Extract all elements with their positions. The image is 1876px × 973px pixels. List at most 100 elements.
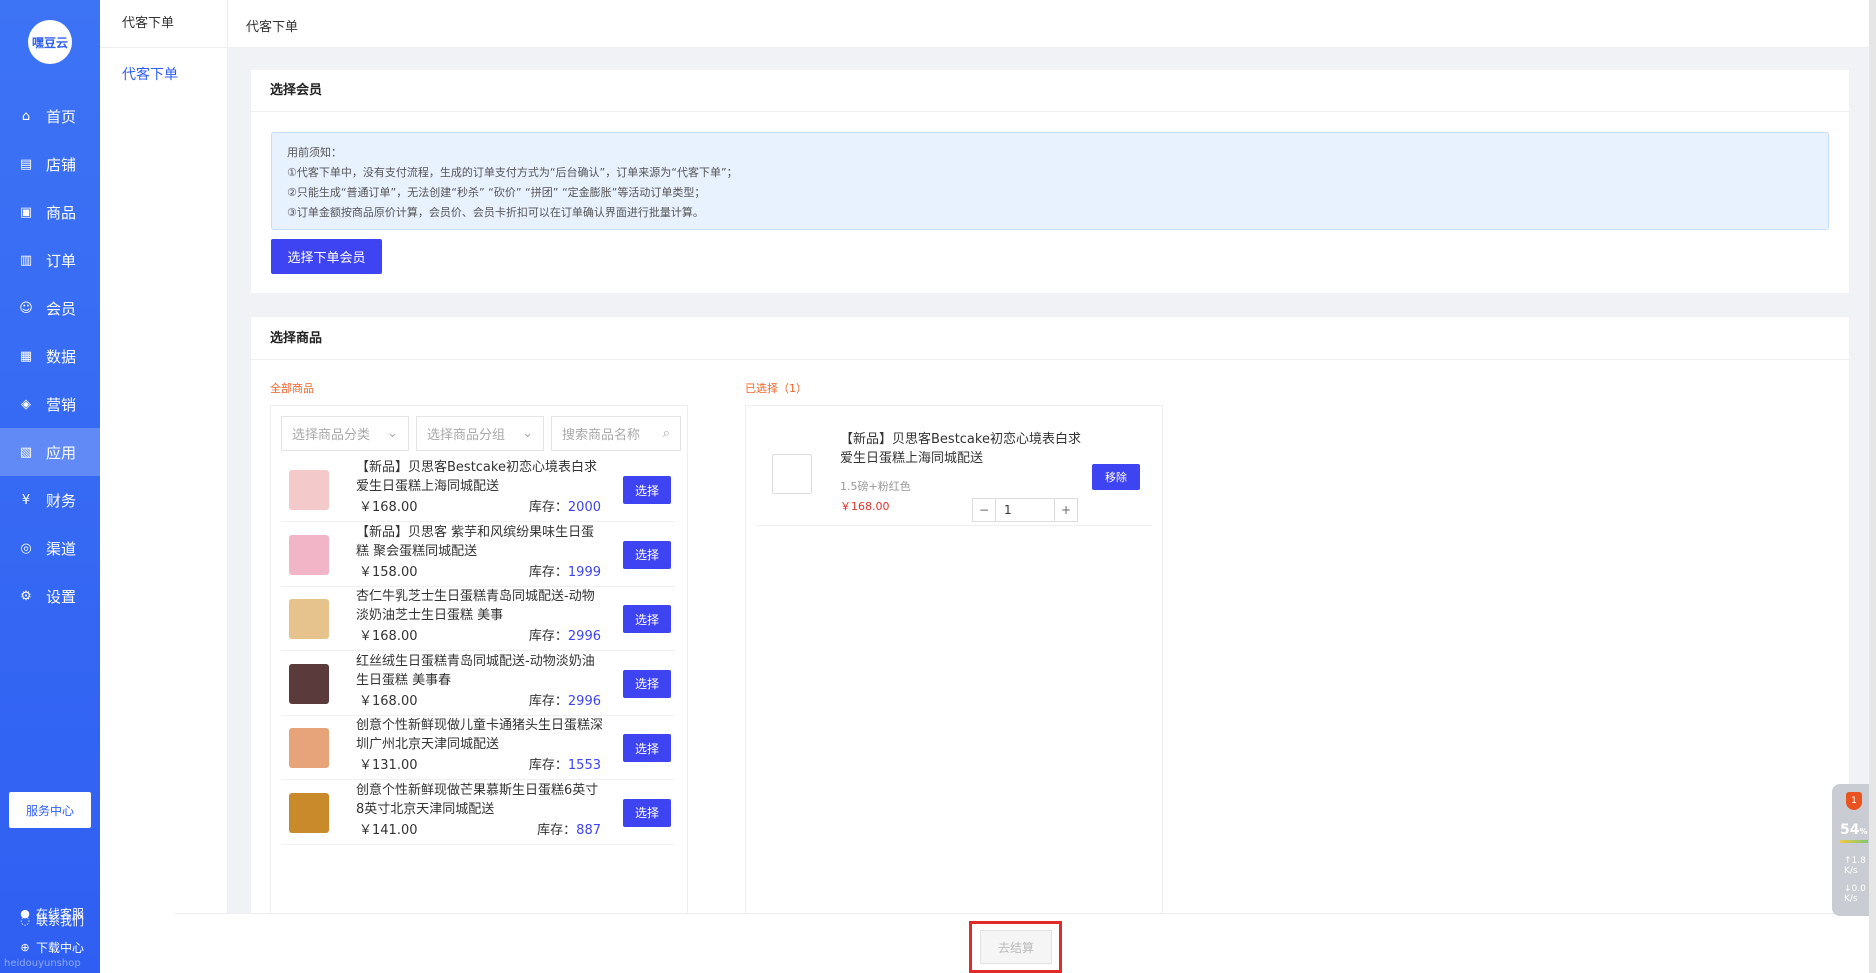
- download-center-link[interactable]: ⊕ 下载中心: [18, 939, 84, 956]
- product-row: 杏仁牛乳芝士生日蛋糕青岛同城配送-动物淡奶油芝士生日蛋糕 美事 ￥168.00 库存…: [281, 587, 675, 651]
- product-row: 【新品】贝思客Bestcake初恋心境表白求爱生日蛋糕上海同城配送 ￥168.00…: [281, 458, 675, 522]
- service-center-button[interactable]: 服务中心: [9, 792, 91, 828]
- product-image: [289, 470, 329, 510]
- contact-us-label: 联系我们: [36, 914, 85, 928]
- quantity-input[interactable]: 1: [996, 498, 1054, 522]
- stock-value: 2996: [567, 693, 601, 709]
- select-product-button[interactable]: 选择: [623, 540, 671, 569]
- product-image: [289, 599, 329, 639]
- sidebar-item-settings[interactable]: ⚙ 设置: [0, 572, 100, 620]
- notice-line: 用前须知：: [287, 146, 342, 159]
- product-image: [289, 663, 329, 704]
- chevron-down-icon: ⌄: [387, 426, 398, 441]
- product-stock: 库存：2000: [529, 496, 601, 515]
- stock-value: 2000: [567, 500, 601, 515]
- product-name: 创意个性新鲜现做芒果慕斯生日蛋糕6英寸8英寸北京天津同城配送: [356, 782, 599, 817]
- sidebar-item-tag[interactable]: ◈ 营销: [0, 380, 100, 428]
- checkout-button[interactable]: 去结算: [980, 930, 1052, 964]
- sidebar-item-goods[interactable]: ▣ 商品: [0, 188, 100, 236]
- stock-label: 库存：: [537, 822, 577, 838]
- product-row: 创意个性新鲜现做儿童卡通猪头生日蛋糕深圳广州北京天津同城配送 ￥131.00 库存：…: [281, 716, 675, 780]
- product-image: [289, 728, 329, 768]
- product-stock: 库存：1553: [529, 754, 601, 773]
- select-member-button[interactable]: 选择下单会员: [271, 239, 382, 274]
- all-goods-label: 全部商品: [270, 382, 314, 395]
- sidebar-item-label: 数据: [46, 347, 77, 366]
- product-name: 杏仁牛乳芝士生日蛋糕青岛同城配送-动物淡奶油芝士生日蛋糕 美事: [356, 589, 595, 623]
- sidebar-item-store[interactable]: ▤ 店铺: [0, 140, 100, 188]
- checkout-bar: 去结算: [175, 913, 1876, 973]
- product-price: ￥168.00: [359, 629, 418, 644]
- group-select[interactable]: 选择商品分组 ⌄: [416, 416, 544, 451]
- product-name: 创意个性新鲜现做儿童卡通猪头生日蛋糕深圳广州北京天津同城配送: [356, 718, 604, 752]
- product-name: 【新品】贝思客 紫芋和风缤纷果味生日蛋糕 聚会蛋糕同城配送: [356, 524, 595, 559]
- sidebar-item-app[interactable]: ▧ 应用: [0, 428, 100, 476]
- selected-product-name: 【新品】贝思客Bestcake初恋心境表白求爱生日蛋糕上海同城配送: [840, 432, 1081, 466]
- product-stock: 库存：2996: [529, 690, 601, 709]
- sidebar-item-label: 财务: [46, 491, 77, 510]
- sidebar-item-label: 渠道: [46, 539, 77, 558]
- usage-bar: [1840, 840, 1868, 843]
- product-price: ￥131.00: [359, 758, 418, 773]
- stock-label: 库存：: [528, 564, 568, 580]
- arrow-up-icon: ↑: [1844, 856, 1852, 866]
- contact-us-link[interactable]: ◌ 联系我们: [18, 912, 84, 929]
- brand-logo[interactable]: 嘿豆云: [28, 20, 72, 64]
- sidebar-item-channel[interactable]: ◎ 渠道: [0, 524, 100, 572]
- sidebar-item-label: 应用: [46, 443, 77, 462]
- goods-search-input[interactable]: 搜索商品名称 ⌕: [551, 416, 681, 451]
- select-product-button[interactable]: 选择: [623, 734, 671, 762]
- group-select-label: 选择商品分组: [427, 428, 506, 443]
- page-scrollbar[interactable]: [1869, 0, 1876, 973]
- download-center-label: 下载中心: [36, 941, 85, 955]
- product-row: 创意个性新鲜现做芒果慕斯生日蛋糕6英寸8英寸北京天津同城配送 ￥141.00 库存：…: [281, 781, 675, 845]
- download-speed: ↓0.0 K/s: [1844, 884, 1866, 904]
- subbar-item-proxy-order[interactable]: 代客下单: [100, 64, 227, 84]
- watermark-text: heidouyunshop: [4, 958, 81, 969]
- shield-icon: 1: [1846, 792, 1862, 810]
- select-product-button[interactable]: 选择: [623, 605, 671, 633]
- remove-button[interactable]: 移除: [1092, 464, 1140, 490]
- select-product-button[interactable]: 选择: [623, 476, 671, 504]
- decrease-button[interactable]: −: [972, 498, 996, 522]
- sidebar-item-data[interactable]: ▦ 数据: [0, 332, 100, 380]
- sidebar-item-order[interactable]: ▥ 订单: [0, 236, 100, 284]
- cpu-percent: 54%: [1840, 822, 1868, 838]
- sidebar-item-home[interactable]: ⌂ 首页: [0, 92, 100, 140]
- checkout-highlight: 去结算: [969, 921, 1062, 973]
- stock-label: 库存：: [528, 758, 568, 773]
- category-select[interactable]: 选择商品分类 ⌄: [281, 416, 409, 451]
- notice-line: ②只能生成“普通订单”，无法创建“秒杀” “砍价” “拼团” “定金膨胀”等活动…: [287, 186, 706, 199]
- selected-product-spec: 1.5磅+粉红色: [840, 480, 911, 493]
- upload-speed: ↑1.8 K/s: [1844, 856, 1866, 876]
- arrow-down-icon: ↓: [1844, 884, 1852, 894]
- channel-icon: ◎: [20, 540, 32, 556]
- select-product-button[interactable]: 选择: [623, 669, 671, 698]
- increase-button[interactable]: +: [1054, 498, 1078, 522]
- sidebar-item-member[interactable]: ☺ 会员: [0, 284, 100, 332]
- selected-goods-panel: 【新品】贝思客Bestcake初恋心境表白求爱生日蛋糕上海同城配送 1.5磅+粉…: [745, 405, 1163, 955]
- selected-product-row: 【新品】贝思客Bestcake初恋心境表白求爱生日蛋糕上海同城配送 1.5磅+粉…: [756, 416, 1152, 526]
- stock-label: 库存：: [528, 693, 568, 709]
- goods-card: 选择商品 全部商品 已选择（1） 选择商品分类 ⌄ 选择商品分组 ⌄ 搜索商品名…: [251, 317, 1849, 973]
- chevron-down-icon: ⌄: [522, 426, 533, 441]
- select-product-button[interactable]: 选择: [623, 798, 671, 827]
- notice-line: ③订单金额按商品原价计算，会员价、会员卡折扣可以在订单确认界面进行批量计算。: [287, 206, 704, 219]
- notice-line: ①代客下单中，没有支付流程，生成的订单支付方式为“后台确认”，订单来源为“代客下…: [287, 166, 738, 179]
- sidebar-item-label: 会员: [46, 299, 77, 318]
- stock-label: 库存：: [528, 500, 568, 515]
- selected-goods-label: 已选择（1）: [745, 382, 807, 395]
- upload-unit: K/s: [1844, 866, 1858, 876]
- product-stock: 库存：2996: [529, 625, 601, 644]
- search-icon: ⌕: [662, 426, 670, 441]
- cpu-percent-unit: %: [1859, 827, 1868, 836]
- stock-label: 库存：: [528, 629, 568, 644]
- product-price: ￥168.00: [359, 693, 418, 709]
- member-section-title: 选择会员: [251, 70, 1849, 112]
- app-icon: ▧: [19, 444, 33, 460]
- home-icon: ⌂: [21, 108, 31, 124]
- order-icon: ▥: [19, 252, 33, 268]
- product-stock: 库存：887: [537, 819, 601, 838]
- product-row: 【新品】贝思客 紫芋和风缤纷果味生日蛋糕 聚会蛋糕同城配送 ￥158.00 库存：1…: [281, 523, 675, 587]
- sidebar-item-finance[interactable]: ¥ 财务: [0, 476, 100, 524]
